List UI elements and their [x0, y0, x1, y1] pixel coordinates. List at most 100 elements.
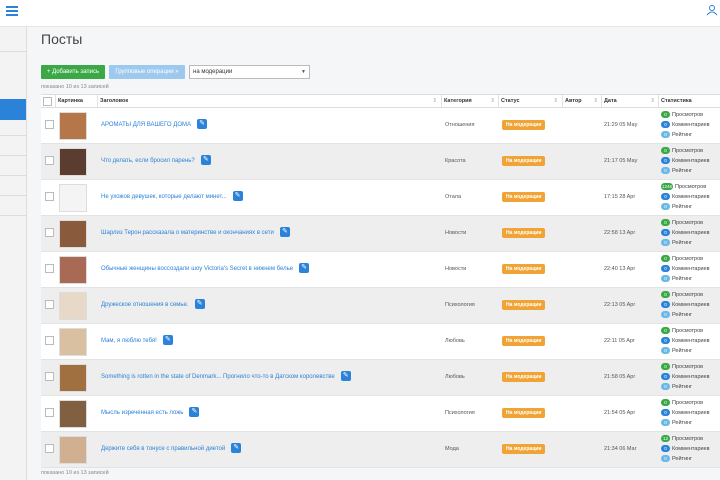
comments-count: 0 — [661, 265, 670, 273]
rating-label: Рейтинг — [672, 456, 693, 462]
post-date: 21:58 05 Apr — [604, 374, 636, 380]
post-title-cell: Обычные женщины воссоздали шоу Victoria'… — [101, 252, 310, 287]
views-label: Просмотров — [672, 148, 704, 154]
table-row: Не ухожов девушек, которые делают минет.… — [41, 180, 720, 216]
row-checkbox[interactable] — [45, 372, 54, 381]
post-thumbnail[interactable] — [59, 436, 87, 464]
views-count: 0 — [661, 147, 670, 155]
post-thumbnail[interactable] — [59, 112, 87, 140]
table-row: Обычные женщины воссоздали шоу Victoria'… — [41, 252, 720, 288]
post-title-link[interactable]: Обычные женщины воссоздали шоу Victoria'… — [101, 266, 293, 272]
views-count: 0 — [661, 363, 670, 371]
comments-count: 0 — [661, 121, 670, 129]
edit-icon[interactable]: ✎ — [232, 191, 243, 202]
stat-views: 0 Просмотров — [661, 254, 710, 264]
stat-views: 0 Просмотров — [661, 290, 710, 300]
col-title[interactable]: Заголовок ⇕ — [97, 95, 440, 107]
rating-count: 0 — [661, 167, 670, 175]
post-title-link[interactable]: Держите себя в тонусе с правильной дието… — [101, 446, 225, 452]
edit-icon[interactable]: ✎ — [231, 443, 242, 454]
post-title-cell: Что делать, если бросил парень? ✎ — [101, 144, 211, 179]
row-checkbox[interactable] — [45, 120, 54, 129]
edit-icon[interactable]: ✎ — [340, 371, 351, 382]
menu-icon[interactable] — [6, 6, 18, 17]
post-stats: 0 Просмотров 0 Комментариев 0 Рейтинг — [661, 398, 710, 428]
post-title-cell: Мысль изреченная есть ложь ✎ — [101, 396, 200, 431]
views-label: Просмотров — [672, 364, 704, 370]
sort-icon: ⇕ — [650, 98, 655, 104]
col-image[interactable]: Картинка — [55, 95, 96, 107]
edit-icon[interactable]: ✎ — [299, 263, 310, 274]
edit-icon[interactable]: ✎ — [162, 335, 173, 346]
post-date: 21:54 05 Apr — [604, 410, 636, 416]
sidebar-item-active[interactable] — [0, 99, 26, 120]
post-thumbnail[interactable] — [59, 184, 87, 212]
post-title-link[interactable]: Дружеское отношения в семье. — [101, 302, 189, 308]
row-checkbox[interactable] — [45, 444, 54, 453]
post-title-link[interactable]: Шарлиз Терон рассказала о материнстве и … — [101, 230, 274, 236]
comments-label: Комментариев — [672, 122, 710, 128]
edit-icon[interactable]: ✎ — [200, 155, 211, 166]
edit-icon[interactable]: ✎ — [279, 227, 290, 238]
post-title-cell: Мам, я люблю тебя! ✎ — [101, 324, 173, 359]
post-thumbnail[interactable] — [59, 400, 87, 428]
post-thumbnail[interactable] — [59, 364, 87, 392]
post-title-link[interactable]: Что делать, если бросил парень? — [101, 158, 195, 164]
select-all-checkbox[interactable] — [43, 97, 52, 106]
col-author-label: Автор — [565, 98, 582, 104]
status-filter-value: на модерации — [193, 69, 233, 75]
stat-rating: 0 Рейтинг — [661, 238, 710, 248]
col-author[interactable]: Автор ⇕ — [562, 95, 601, 107]
row-checkbox[interactable] — [45, 300, 54, 309]
post-stats: 0 Просмотров 0 Комментариев 0 Рейтинг — [661, 218, 710, 248]
row-checkbox[interactable] — [45, 228, 54, 237]
post-title-link[interactable]: Мысль изреченная есть ложь — [101, 410, 183, 416]
edit-icon[interactable]: ✎ — [197, 119, 207, 130]
col-status[interactable]: Статус ⇕ — [498, 95, 561, 107]
post-title-link[interactable]: АРОМАТЫ ДЛЯ ВАШЕГО ДОМА — [101, 122, 191, 128]
table-row: Мысль изреченная есть ложь ✎ Психология Н… — [41, 396, 720, 432]
stat-comments: 0 Комментариев — [661, 192, 710, 202]
edit-icon[interactable]: ✎ — [194, 299, 205, 310]
post-thumbnail[interactable] — [59, 292, 87, 320]
table-header: Картинка Заголовок ⇕ Категория ⇕ Статус ⇕ А… — [41, 95, 720, 108]
comments-count: 0 — [661, 373, 670, 381]
stat-views: 0 Просмотров — [661, 398, 710, 408]
row-checkbox[interactable] — [45, 264, 54, 273]
col-title-label: Заголовок — [100, 98, 129, 104]
row-checkbox[interactable] — [45, 192, 54, 201]
post-title-link[interactable]: Something is rotten in the state of Denm… — [101, 374, 335, 380]
sidebar-divider — [0, 175, 26, 176]
add-post-button[interactable]: + Добавить запись — [41, 65, 105, 79]
rating-count: 0 — [661, 383, 670, 391]
records-count-bottom: показано 10 из 13 записей — [41, 470, 109, 476]
post-stats: 0 Просмотров 0 Комментариев 0 Рейтинг — [661, 110, 710, 140]
views-label: Просмотров — [672, 256, 704, 262]
row-checkbox[interactable] — [45, 156, 54, 165]
post-thumbnail[interactable] — [59, 220, 87, 248]
row-checkbox[interactable] — [45, 408, 54, 417]
post-thumbnail[interactable] — [59, 328, 87, 356]
stat-rating: 0 Рейтинг — [661, 346, 710, 356]
group-operations-button[interactable]: Групповые операции » — [109, 65, 185, 79]
post-stats: 1246 Просмотров 0 Комментариев 0 Рейтинг — [661, 182, 710, 212]
post-thumbnail[interactable] — [59, 256, 87, 284]
user-icon[interactable] — [706, 4, 718, 18]
sort-icon: ⇕ — [593, 98, 598, 104]
posts-table: Картинка Заголовок ⇕ Категория ⇕ Статус ⇕ А… — [41, 94, 720, 468]
main-content: Посты + Добавить запись Групповые операц… — [27, 27, 720, 480]
row-checkbox[interactable] — [45, 336, 54, 345]
sidebar-divider — [0, 195, 26, 196]
status-filter-select[interactable]: на модерации ▼ — [189, 65, 310, 79]
post-title-link[interactable]: Не ухожов девушек, которые делают минет.… — [101, 194, 227, 200]
views-count: 0 — [661, 255, 670, 263]
table-body: АРОМАТЫ ДЛЯ ВАШЕГО ДОМА ✎ Отношения На мо… — [41, 108, 720, 468]
post-category: Отношения — [445, 122, 475, 128]
post-title-link[interactable]: Мам, я люблю тебя! — [101, 338, 157, 344]
rating-label: Рейтинг — [672, 132, 693, 138]
comments-label: Комментариев — [672, 194, 710, 200]
col-category[interactable]: Категория ⇕ — [441, 95, 498, 107]
edit-icon[interactable]: ✎ — [189, 407, 200, 418]
post-thumbnail[interactable] — [59, 148, 87, 176]
col-date[interactable]: Дата ⇕ — [601, 95, 658, 107]
